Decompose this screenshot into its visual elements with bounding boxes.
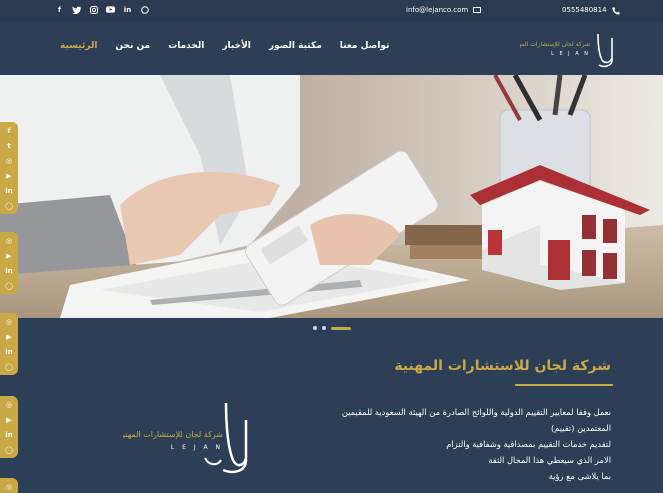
nav-item-contact[interactable]: تواصل معنا bbox=[340, 41, 390, 51]
linkedin-icon[interactable]: in bbox=[3, 185, 15, 196]
instagram-icon[interactable]: ◎ bbox=[3, 399, 15, 410]
side-social-group-4: ◎ ▶ in ◯ bbox=[0, 396, 18, 458]
about-line-5: بما يلاشى مع رؤية bbox=[548, 471, 611, 481]
side-social-group-5: ◎ bbox=[0, 478, 18, 493]
linkedin-icon[interactable]: in bbox=[3, 265, 15, 276]
about-line-2: المعتمدين (تقييم) bbox=[550, 423, 611, 433]
twitter-icon[interactable]: t bbox=[3, 140, 15, 151]
linkedin-icon[interactable]: in bbox=[3, 346, 15, 357]
youtube-icon[interactable] bbox=[106, 5, 115, 14]
facebook-icon[interactable]: f bbox=[55, 5, 64, 14]
instagram-icon[interactable]: ◎ bbox=[3, 481, 15, 492]
nav-item-home[interactable]: الرئيسية bbox=[60, 41, 97, 51]
logo-mark bbox=[597, 33, 613, 68]
instagram-icon[interactable] bbox=[89, 5, 98, 14]
nav-item-news[interactable]: الأخبار bbox=[222, 41, 251, 51]
about-logo: شركة لجان للإستشارات المهنية L E J A N bbox=[119, 400, 253, 475]
logo-latin-name: L E J A N bbox=[551, 51, 590, 57]
slider-dot-active[interactable] bbox=[331, 326, 351, 330]
contact-phone[interactable]: 0555480814 bbox=[562, 6, 620, 15]
whatsapp-icon[interactable]: ◯ bbox=[3, 444, 15, 455]
about-logo-mark bbox=[222, 402, 248, 474]
nav-item-gallery[interactable]: مكتبة الصور bbox=[269, 41, 322, 51]
facebook-icon[interactable]: f bbox=[3, 125, 15, 136]
about-text: نعمل وفقا لمعايير التقييم الدولية واللوا… bbox=[321, 404, 611, 484]
logo-arabic-name: شركة لجان للإستشارات المهنية bbox=[520, 41, 590, 48]
about-line-3: لتقديم خدمات التقييم بمصداقية وشفافية وا… bbox=[446, 439, 611, 449]
slider-pagination bbox=[313, 326, 351, 330]
title-underline bbox=[515, 384, 613, 386]
side-social-group-3: ◎ ▶ in ◯ bbox=[0, 313, 18, 375]
twitter-icon[interactable] bbox=[72, 5, 81, 14]
side-social-group-1: f t ◎ ▶ in ◯ bbox=[0, 122, 18, 214]
youtube-icon[interactable]: ▶ bbox=[3, 331, 15, 342]
about-logo-latin-name: L E J A N bbox=[171, 444, 223, 451]
phone-icon bbox=[611, 6, 620, 15]
nav-item-services[interactable]: الخدمات bbox=[168, 41, 204, 51]
nav-menu: الرئيسية من نحن الخدمات الأخبار مكتبة ال… bbox=[60, 41, 389, 51]
whatsapp-icon[interactable]: ◯ bbox=[3, 361, 15, 372]
instagram-icon[interactable]: ◎ bbox=[3, 316, 15, 327]
hero-slider[interactable] bbox=[0, 75, 663, 318]
main-navigation: الرئيسية من نحن الخدمات الأخبار مكتبة ال… bbox=[0, 22, 663, 75]
youtube-icon[interactable]: ▶ bbox=[3, 170, 15, 181]
contact-email[interactable]: info@lejanco.com bbox=[406, 6, 482, 14]
header-logo[interactable]: شركة لجان للإستشارات المهنية L E J A N bbox=[512, 30, 615, 70]
phone-text[interactable]: 0555480814 bbox=[562, 6, 607, 14]
nav-item-about[interactable]: من نحن bbox=[115, 41, 150, 51]
about-title: شركة لجان للاستشارات المهنية bbox=[394, 358, 611, 374]
side-social-group-2: ◎ ▶ in ◯ bbox=[0, 232, 18, 294]
whatsapp-icon[interactable]: ◯ bbox=[3, 280, 15, 291]
whatsapp-icon[interactable] bbox=[140, 5, 149, 14]
mail-icon bbox=[473, 7, 482, 13]
youtube-icon[interactable]: ▶ bbox=[3, 250, 15, 261]
linkedin-icon[interactable]: in bbox=[123, 5, 132, 14]
youtube-icon[interactable]: ▶ bbox=[3, 414, 15, 425]
top-bar: f in info@lejanco.com 0555480814 bbox=[0, 0, 663, 22]
slider-dot-1[interactable] bbox=[313, 326, 317, 330]
about-logo-arabic-name: شركة لجان للإستشارات المهنية bbox=[123, 430, 223, 440]
instagram-icon[interactable]: ◎ bbox=[3, 235, 15, 246]
linkedin-icon[interactable]: in bbox=[3, 429, 15, 440]
whatsapp-icon[interactable]: ◯ bbox=[3, 200, 15, 211]
about-line-1: نعمل وفقا لمعايير التقييم الدولية واللوا… bbox=[341, 407, 611, 417]
slider-dot-2[interactable] bbox=[322, 326, 326, 330]
hero-image bbox=[0, 75, 663, 318]
email-text[interactable]: info@lejanco.com bbox=[406, 6, 468, 14]
about-line-4: الامر الذي سيعطي هذا المجال الثقة bbox=[488, 455, 611, 465]
top-social-links: f in bbox=[55, 5, 149, 14]
instagram-icon[interactable]: ◎ bbox=[3, 155, 15, 166]
